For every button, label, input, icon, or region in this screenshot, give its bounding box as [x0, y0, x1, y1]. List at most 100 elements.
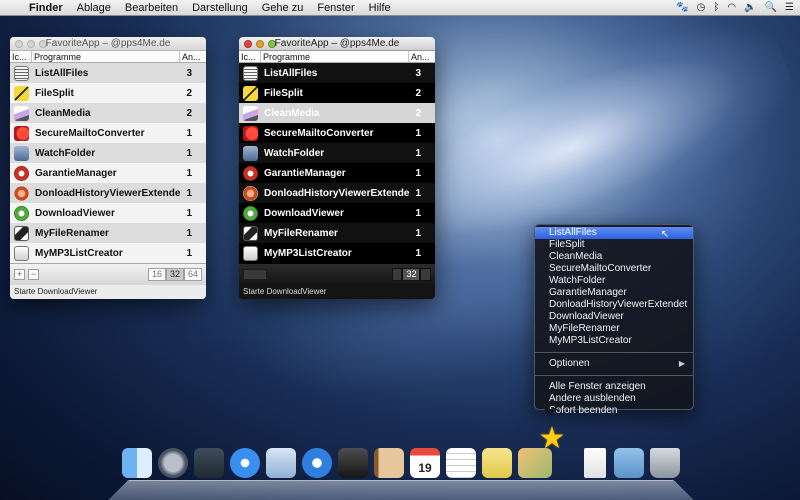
menu-gehe-zu[interactable]: Gehe zu: [255, 0, 311, 16]
table-row[interactable]: DownloadViewer 1: [10, 203, 206, 223]
menu-app-finder[interactable]: Finder: [22, 0, 70, 16]
table-row[interactable]: ListAllFiles 3: [239, 63, 435, 83]
menu-item-donloadhistoryviewerextendet[interactable]: DonloadHistoryViewerExtendet: [535, 299, 693, 311]
menu-pointer: [544, 409, 558, 416]
menu-item-mymp3listcreator[interactable]: MyMP3ListCreator: [535, 335, 693, 347]
mail-icon[interactable]: [266, 448, 296, 478]
contacts-icon[interactable]: [374, 448, 404, 478]
table-row[interactable]: GarantieManager 1: [239, 163, 435, 183]
menu-item-garantiemanager[interactable]: GarantieManager: [535, 287, 693, 299]
table-row-selected[interactable]: CleanMedia 2: [239, 103, 435, 123]
clean-icon: [242, 105, 258, 121]
status-text: Starte DownloadViewer: [10, 285, 206, 299]
table-row[interactable]: WatchFolder 1: [10, 143, 206, 163]
menu-item-securemailtoconverter[interactable]: SecureMailtoConverter: [535, 263, 693, 275]
safari-icon[interactable]: [302, 448, 332, 478]
app-name: DonloadHistoryViewerExtendet: [35, 187, 180, 199]
table-row[interactable]: ListAllFiles 3: [10, 63, 206, 83]
size-16-button[interactable]: 16: [147, 268, 166, 281]
downloads-folder-icon[interactable]: [614, 448, 644, 478]
calendar-icon[interactable]: 19: [410, 448, 440, 478]
column-count[interactable]: An...: [409, 51, 435, 62]
menu-item-downloadviewer[interactable]: DownloadViewer: [535, 311, 693, 323]
volume-icon[interactable]: 🔈: [744, 2, 756, 13]
trash-icon[interactable]: [650, 448, 680, 478]
app-name: FileSplit: [35, 87, 74, 99]
menu-bearbeiten[interactable]: Bearbeiten: [118, 0, 185, 16]
mission-control-icon[interactable]: [194, 448, 224, 478]
menu-item-watchfolder[interactable]: WatchFolder: [535, 275, 693, 287]
table-row[interactable]: WatchFolder 1: [239, 143, 435, 163]
app-count: 1: [186, 207, 192, 219]
time-machine-icon[interactable]: ◷: [697, 2, 706, 13]
app-name: DownloadViewer: [264, 207, 344, 219]
launchpad-icon[interactable]: [158, 448, 188, 478]
menu-item-myfilerenamer[interactable]: MyFileRenamer: [535, 323, 693, 335]
app-name: WatchFolder: [35, 147, 96, 159]
app-count: 1: [415, 207, 421, 219]
column-programme[interactable]: Programme: [32, 51, 180, 62]
document-icon[interactable]: [584, 448, 606, 478]
table-row[interactable]: MyMP3ListCreator 1: [10, 243, 206, 263]
table-row[interactable]: SecureMailtoConverter 1: [239, 123, 435, 143]
clean-icon: [13, 105, 29, 121]
size-32-button[interactable]: 32: [402, 268, 421, 281]
reminders-icon[interactable]: [446, 448, 476, 478]
table-row[interactable]: MyFileRenamer 1: [10, 223, 206, 243]
add-remove-control[interactable]: [243, 269, 267, 280]
app-store-icon[interactable]: [230, 448, 260, 478]
wifi-icon[interactable]: ◠: [727, 2, 736, 13]
facetime-icon[interactable]: [338, 448, 368, 478]
app-count: 3: [186, 67, 192, 79]
menu-item-optionen[interactable]: Optionen ▶: [535, 358, 693, 370]
finder-icon[interactable]: [122, 448, 152, 478]
list-icon[interactable]: ☰: [785, 2, 794, 13]
size-64-button[interactable]: 64: [183, 268, 202, 281]
favoriteapp-star-icon[interactable]: ★: [536, 424, 568, 456]
title-bar[interactable]: FavoriteApp – @pps4Me.de: [10, 37, 206, 51]
table-row[interactable]: CleanMedia 2: [10, 103, 206, 123]
table-row[interactable]: SecureMailtoConverter 1: [10, 123, 206, 143]
menu-item-cleanmedia[interactable]: CleanMedia: [535, 251, 693, 263]
add-button[interactable]: +: [14, 269, 25, 280]
menu-fenster[interactable]: Fenster: [310, 0, 361, 16]
table-row[interactable]: MyMP3ListCreator 1: [239, 243, 435, 263]
table-header: Ic... Programme An...: [10, 51, 206, 63]
table-row[interactable]: GarantieManager 1: [10, 163, 206, 183]
column-count[interactable]: An...: [180, 51, 206, 62]
menu-hilfe[interactable]: Hilfe: [362, 0, 398, 16]
table-row[interactable]: DonloadHistoryViewerExtendet 1: [239, 183, 435, 203]
table-row[interactable]: DownloadViewer 1: [239, 203, 435, 223]
bluetooth-icon[interactable]: ᛒ: [713, 2, 719, 13]
table-row[interactable]: FileSplit 2: [239, 83, 435, 103]
app-count: 1: [415, 127, 421, 139]
table-row[interactable]: DonloadHistoryViewerExtendet 1: [10, 183, 206, 203]
download-icon: [242, 205, 258, 221]
dock: 19 ★: [122, 424, 692, 484]
size-smaller-button[interactable]: [391, 268, 403, 281]
size-32-button[interactable]: 32: [165, 268, 184, 281]
remove-button[interactable]: −: [28, 269, 39, 280]
submenu-arrow-icon: ▶: [678, 359, 685, 368]
column-icon[interactable]: Ic...: [10, 51, 32, 62]
download-icon: [13, 205, 29, 221]
menu-darstellung[interactable]: Darstellung: [185, 0, 255, 16]
garantie-icon: [242, 165, 258, 181]
menu-ablage[interactable]: Ablage: [70, 0, 118, 16]
column-icon[interactable]: Ic...: [239, 51, 261, 62]
app-count: 1: [415, 167, 421, 179]
renamer-icon: [13, 225, 29, 241]
title-bar[interactable]: FavoriteApp – @pps4Me.de: [239, 37, 435, 51]
menu-item-listallfiles[interactable]: ListAllFiles ↖: [535, 227, 693, 240]
table-row[interactable]: MyFileRenamer 1: [239, 223, 435, 243]
size-larger-button[interactable]: [420, 268, 431, 281]
notes-icon[interactable]: [482, 448, 512, 478]
menu-item-sofort-beenden[interactable]: Sofort beenden: [535, 405, 693, 417]
paw-icon[interactable]: 🐾: [676, 2, 688, 13]
table-row[interactable]: FileSplit 2: [10, 83, 206, 103]
menu-item-andere-ausblenden[interactable]: Andere ausblenden: [535, 393, 693, 405]
menu-item-filesplit[interactable]: FileSplit: [535, 239, 693, 251]
column-programme[interactable]: Programme: [261, 51, 409, 62]
spotlight-icon[interactable]: 🔍: [765, 2, 777, 13]
menu-item-alle-fenster-anzeigen[interactable]: Alle Fenster anzeigen: [535, 381, 693, 393]
